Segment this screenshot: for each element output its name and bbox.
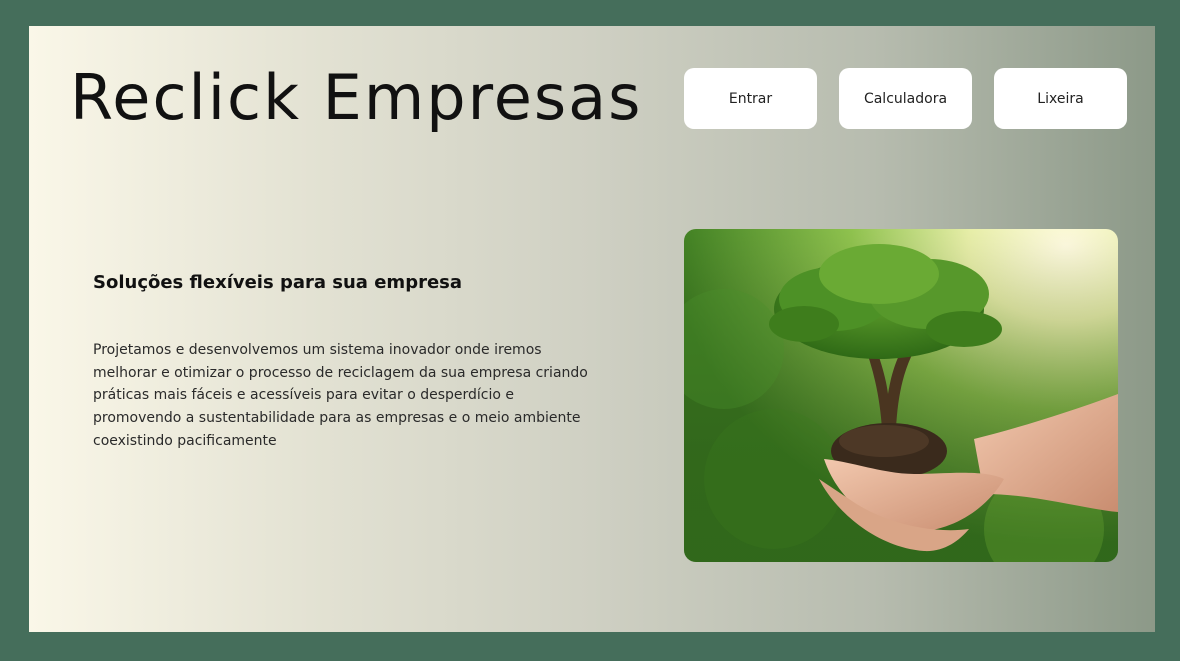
- lixeira-button[interactable]: Lixeira: [994, 68, 1127, 129]
- hero-headline: Soluções flexíveis para sua empresa: [93, 272, 463, 293]
- page-container: Reclick Empresas Entrar Calculadora Lixe…: [29, 26, 1155, 632]
- hero-description: Projetamos e desenvolvemos um sistema in…: [93, 342, 588, 449]
- calculadora-button[interactable]: Calculadora: [839, 68, 972, 129]
- brand-title: Reclick Empresas: [70, 61, 643, 134]
- tree-in-hands-image: [684, 229, 1118, 562]
- entrar-button[interactable]: Entrar: [684, 68, 817, 129]
